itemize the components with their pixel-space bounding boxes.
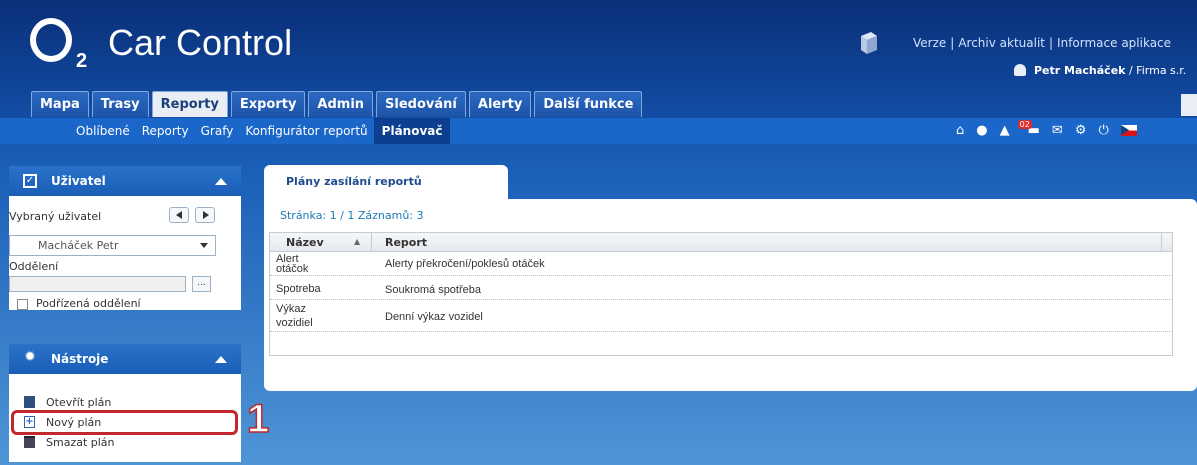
toolbar-icons: ⌂ ● ▲ 02 ▬ ✉ ⚙ ⏻ [956, 120, 1137, 138]
main-content: Stránka: 1 / 1 Záznamů: 3 Název ▲ Report… [264, 199, 1197, 391]
next-user-button[interactable] [195, 207, 215, 223]
link-informace[interactable]: Informace aplikace [1057, 36, 1171, 50]
chevron-down-icon [200, 243, 208, 248]
row-name-line1: Spotreba [276, 283, 321, 295]
tab-mapa[interactable]: Mapa [31, 91, 89, 117]
subnav-planovac[interactable]: Plánovač [373, 118, 451, 144]
tools-panel-header[interactable]: ✹ Nástroje [9, 344, 241, 374]
user-name[interactable]: Petr Macháček [1034, 64, 1125, 77]
tab-alerty[interactable]: Alerty [468, 91, 532, 117]
o2-logo [30, 18, 72, 62]
user-panel-title: Uživatel [51, 174, 106, 188]
eject-icon[interactable] [1181, 94, 1197, 116]
pager-info: Stránka: 1 / 1 Záznamů: 3 [280, 209, 424, 222]
tab-trasy[interactable]: Trasy [91, 91, 149, 117]
plans-table: Název ▲ Report Alert otáčok Alerty překr… [269, 232, 1173, 356]
selected-user-label: Vybraný uživatel [9, 210, 102, 223]
table-row[interactable]: Alert otáčok Alerty překročení/poklesů o… [270, 252, 1172, 276]
row-name-line1: Výkaz [276, 303, 306, 315]
tab-exporty[interactable]: Exporty [230, 91, 306, 117]
table-row[interactable]: Výkaz vozidiel Denní výkaz vozidel [270, 300, 1172, 332]
alert-icon[interactable]: ▲ 02 [1000, 120, 1032, 138]
subnav-oblibene[interactable]: Oblíbené [70, 118, 136, 144]
power-icon[interactable]: ⏻ [1098, 123, 1108, 138]
tools-panel: ✹ Nástroje Otevřít plán + Nový plán Smaz… [9, 344, 241, 462]
cube-icon [861, 32, 877, 54]
tab-plany[interactable]: Plány zasílání reportů [264, 165, 508, 199]
delete-plan-button[interactable]: Smazat plán [24, 434, 115, 450]
delete-plan-label: Smazat plán [46, 435, 115, 449]
row-report: Soukromá spotřeba [385, 284, 481, 296]
prev-user-button[interactable] [169, 207, 189, 223]
table-row[interactable]: Spotreba Soukromá spotřeba [270, 276, 1172, 300]
row-name-line2: vozidiel [276, 317, 313, 329]
user-company: / Firma s.r. [1128, 64, 1187, 77]
sort-asc-icon[interactable]: ▲ [354, 237, 360, 246]
link-verze[interactable]: Verze [913, 36, 946, 50]
collapse-icon[interactable] [215, 356, 227, 363]
row-name-line2: otáčok [276, 263, 309, 275]
subnav-reporty[interactable]: Reporty [136, 118, 195, 144]
column-header-name[interactable]: Název [286, 236, 324, 249]
department-browse-button[interactable]: ... [192, 276, 211, 292]
trash-icon [24, 436, 35, 448]
row-report: Alerty překročení/poklesů otáček [385, 258, 545, 270]
top-links: Verze | Archiv aktualit | Informace aplikace [913, 36, 1172, 50]
chat-icon[interactable]: ● [976, 123, 987, 138]
sub-navigation: Oblíbené Reporty Grafy Konfigurátor repo… [0, 118, 1197, 144]
user-select[interactable]: Macháček Petr [9, 235, 216, 256]
tools-panel-title: Nástroje [51, 352, 109, 366]
user-info: Petr Macháček / Firma s.r. [1014, 64, 1186, 77]
collapse-icon[interactable] [215, 178, 227, 185]
subnav-konfigurator[interactable]: Konfigurátor reportů [239, 118, 373, 144]
main-tabs: Mapa Trasy Reporty Exporty Admin Sledová… [31, 91, 643, 118]
column-header-report[interactable]: Report [385, 236, 427, 249]
tab-admin[interactable]: Admin [308, 91, 374, 117]
annotation-highlight [11, 410, 238, 435]
home-icon[interactable]: ⌂ [956, 123, 964, 138]
subdepartments-checkbox[interactable] [17, 299, 28, 310]
user-panel-header[interactable]: ✓ Uživatel [9, 166, 241, 196]
app-title: Car Control [108, 22, 293, 63]
checkbox-icon: ✓ [23, 174, 37, 188]
table-header: Název ▲ Report [270, 233, 1172, 252]
user-icon [1014, 64, 1026, 76]
tab-sledovani[interactable]: Sledování [376, 91, 466, 117]
user-select-value: Macháček Petr [38, 239, 119, 252]
link-archiv[interactable]: Archiv aktualit [958, 36, 1045, 50]
alert-badge: 02 [1017, 120, 1032, 129]
tab-reporty[interactable]: Reporty [151, 91, 228, 117]
subdepartments-label: Podřízená oddělení [36, 297, 141, 310]
user-panel: ✓ Uživatel Vybraný uživatel Macháček Pet… [9, 166, 241, 310]
annotation-step-number: 1 [246, 396, 270, 442]
department-input[interactable] [9, 276, 186, 292]
app-header: 2 Car Control Verze | Archiv aktualit | Info… [0, 0, 1197, 118]
subnav-grafy[interactable]: Grafy [195, 118, 240, 144]
settings-icon[interactable]: ⚙ [1075, 123, 1087, 138]
row-report: Denní výkaz vozidel [385, 311, 483, 323]
mail-icon[interactable]: ✉ [1052, 123, 1063, 138]
flag-cz-icon[interactable] [1120, 125, 1137, 136]
open-plan-label: Otevřít plán [46, 395, 112, 409]
logo-subscript: 2 [76, 50, 88, 72]
tab-dalsi-funkce[interactable]: Další funkce [534, 91, 643, 117]
open-plan-button[interactable]: Otevřít plán [24, 394, 111, 410]
department-label: Oddělení [9, 260, 59, 273]
gear-icon: ✹ [24, 349, 36, 365]
document-icon [24, 396, 35, 408]
